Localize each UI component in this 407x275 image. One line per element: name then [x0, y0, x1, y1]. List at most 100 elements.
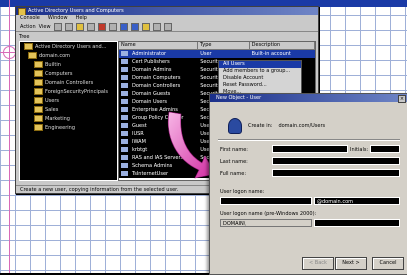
tree-item[interactable]: Active Directory Users and...	[20, 42, 117, 51]
view-menu[interactable]: View	[39, 24, 51, 30]
cell-name: Administrator	[119, 50, 198, 58]
group-icon	[121, 99, 128, 104]
group-icon	[121, 107, 128, 112]
last-name-label: Last name:	[220, 159, 248, 165]
new-group-icon[interactable]	[130, 22, 139, 31]
tree-item[interactable]: Sales	[20, 105, 117, 114]
domain-suffix-select[interactable]: @domain.com	[314, 197, 400, 205]
list-header: Name Type Description	[119, 42, 315, 50]
folder-icon	[34, 97, 43, 104]
cancel-button[interactable]: Cancel	[372, 257, 404, 270]
divider	[218, 139, 400, 141]
forward-icon[interactable]	[64, 22, 73, 31]
pre2000-name-field[interactable]	[314, 219, 400, 227]
folder-icon	[34, 106, 43, 113]
group-icon	[121, 75, 128, 80]
menu-item-disable-account[interactable]: Disable Account	[219, 75, 301, 82]
tree-item[interactable]: Users	[20, 96, 117, 105]
folder-icon	[34, 124, 43, 131]
back-button[interactable]: < Back	[302, 257, 334, 270]
folder-icon	[34, 70, 43, 77]
full-name-field[interactable]	[272, 169, 400, 177]
column-type[interactable]: Type	[198, 42, 250, 49]
folder-icon	[24, 43, 33, 50]
tree-item[interactable]: Computers	[20, 69, 117, 78]
group-icon	[121, 67, 128, 72]
initials-label: Initials:	[350, 147, 369, 153]
group-icon	[121, 83, 128, 88]
tree-label: Tree	[19, 34, 30, 40]
user-icon	[121, 51, 128, 56]
user-icon	[121, 123, 128, 128]
tree-item[interactable]: Marketing	[20, 114, 117, 123]
menu-console[interactable]: Console	[20, 15, 40, 22]
tree-item[interactable]: ForeignSecurityPrincipals	[20, 87, 117, 96]
menu-item-add-to-group[interactable]: Add members to a group...	[219, 68, 301, 75]
cell-name: Domain Guests	[119, 90, 198, 98]
folder-icon	[28, 52, 37, 59]
app-icon	[18, 8, 26, 15]
column-description[interactable]: Description	[250, 42, 315, 49]
logon-name-field[interactable]	[220, 197, 312, 205]
toolbar: Action View	[16, 22, 318, 32]
menu-bar: Console Window Help	[16, 15, 318, 22]
first-name-label: First name:	[220, 147, 248, 153]
last-name-field[interactable]	[272, 157, 400, 165]
user-icon	[121, 171, 128, 176]
margin-guide	[9, 0, 10, 273]
menu-item-reset-password[interactable]: Reset Password...	[219, 82, 301, 89]
column-name[interactable]: Name	[119, 42, 198, 49]
dialog-title: New Object - User	[216, 95, 262, 101]
new-user-dialog: New Object - User × Create in: domain.co…	[209, 93, 407, 275]
group-icon	[121, 155, 128, 160]
user-icon	[121, 147, 128, 152]
action-menu[interactable]: Action	[20, 24, 36, 30]
menu-help[interactable]: Help	[76, 15, 87, 22]
new-ou-icon[interactable]	[141, 22, 150, 31]
next-button[interactable]: Next >	[335, 257, 367, 270]
table-row[interactable]: Administrator User Built-in account	[119, 50, 315, 58]
group-icon	[121, 115, 128, 120]
pre2000-domain-field: DOMAIN\	[220, 219, 312, 227]
delete-icon[interactable]	[97, 22, 106, 31]
folder-icon	[34, 115, 43, 122]
cell-description: Built-in account	[251, 51, 291, 57]
group-icon	[121, 163, 128, 168]
window-title: Active Directory Users and Computers	[28, 8, 124, 14]
tree-item[interactable]: Domain Controllers	[20, 78, 117, 87]
cell-type: User	[200, 51, 212, 57]
create-in-label: Create in:	[248, 123, 273, 129]
initials-field[interactable]	[370, 145, 400, 153]
close-icon[interactable]: ×	[398, 95, 406, 103]
filter-icon[interactable]	[152, 22, 161, 31]
tree-item[interactable]: Engineering	[20, 123, 117, 132]
user-icon	[228, 118, 242, 134]
folder-icon	[34, 61, 43, 68]
back-icon[interactable]	[53, 22, 62, 31]
refresh-icon[interactable]	[108, 22, 117, 31]
new-user-icon[interactable]	[119, 22, 128, 31]
first-name-field[interactable]	[272, 145, 348, 153]
create-in-row: Create in: domain.com/Users	[228, 118, 325, 134]
folder-up-icon[interactable]	[75, 22, 84, 31]
menu-item-all-users[interactable]: All Users	[219, 61, 301, 68]
user-icon	[121, 139, 128, 144]
logon-name-label: User logon name:	[220, 189, 265, 195]
tree-item[interactable]: domain.com	[20, 51, 117, 60]
pre2000-label: User logon name (pre-Windows 2000):	[220, 211, 317, 217]
group-icon	[121, 59, 128, 64]
find-icon[interactable]	[163, 22, 172, 31]
menu-window[interactable]: Window	[48, 15, 68, 22]
tree-pane[interactable]: Active Directory Users and... domain.com…	[19, 41, 118, 181]
tree-item[interactable]: Builtin	[20, 60, 117, 69]
folder-icon	[34, 88, 43, 95]
group-icon	[121, 91, 128, 96]
cell-name: Domain Admins	[119, 66, 198, 74]
cell-name: Domain Controllers	[119, 82, 198, 90]
cell-name: Cert Publishers	[119, 58, 198, 66]
dialog-titlebar: New Object - User ×	[210, 94, 407, 103]
folder-icon	[34, 79, 43, 86]
create-in-value: domain.com/Users	[278, 123, 326, 129]
properties-icon[interactable]	[86, 22, 95, 31]
full-name-label: Full name:	[220, 171, 247, 177]
